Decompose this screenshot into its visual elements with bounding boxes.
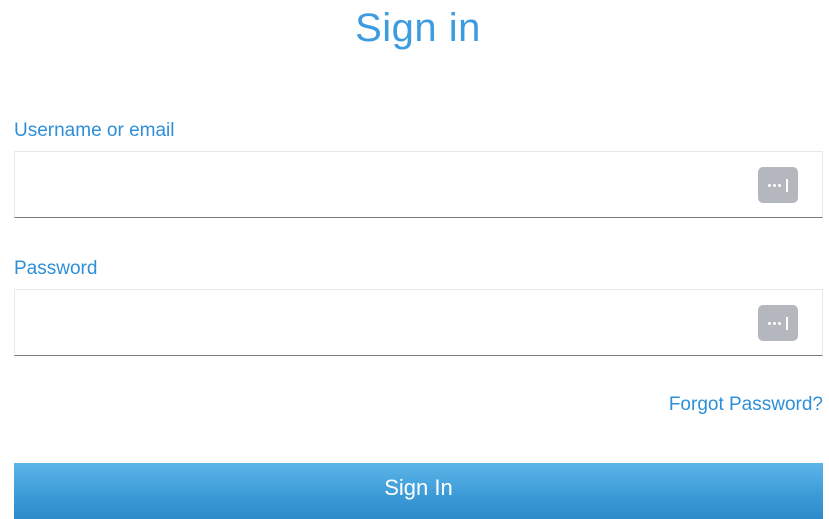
password-input[interactable] — [15, 290, 735, 355]
password-label: Password — [14, 258, 98, 279]
password-manager-icon[interactable] — [758, 167, 798, 203]
page-title: Sign in — [355, 6, 481, 50]
forgot-password-link[interactable]: Forgot Password? — [669, 394, 823, 416]
sign-in-page: Sign in Username or email Password Forgo… — [0, 0, 829, 519]
sign-in-button[interactable]: Sign In — [14, 463, 823, 519]
username-field-container — [14, 151, 823, 218]
password-manager-icon[interactable] — [758, 305, 798, 341]
username-label: Username or email — [14, 120, 175, 141]
password-field-container — [14, 289, 823, 356]
username-input[interactable] — [15, 152, 735, 217]
